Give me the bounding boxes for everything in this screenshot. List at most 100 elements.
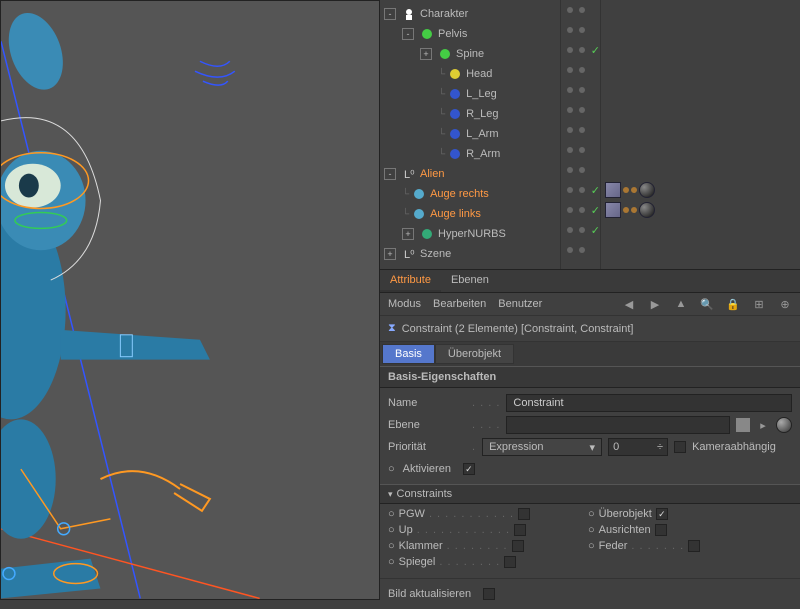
tree-item-auge-links[interactable]: └Auge links (380, 204, 560, 224)
expand-icon[interactable]: - (402, 28, 414, 40)
object-manager[interactable]: -Charakter-Pelvis+Spine└Head└L_Leg└R_Leg… (380, 0, 800, 270)
menu-benutzer[interactable]: Benutzer (498, 298, 542, 310)
tree-item-l_leg[interactable]: └L_Leg (380, 84, 560, 104)
tags-row[interactable] (601, 100, 800, 120)
node-label[interactable]: HyperNURBS (438, 228, 506, 240)
tree-item-r_arm[interactable]: └R_Arm (380, 144, 560, 164)
tags-row[interactable] (601, 80, 800, 100)
layer-swatch[interactable] (736, 418, 750, 432)
search-icon[interactable]: 🔍 (700, 297, 714, 311)
tags-row[interactable] (601, 240, 800, 260)
checkbox-ueberobjekt[interactable] (656, 508, 668, 520)
material-tag-icon[interactable] (639, 182, 655, 198)
visibility-dots[interactable]: ✓ (561, 180, 600, 200)
expand-icon[interactable]: - (384, 8, 396, 20)
tags-row[interactable] (601, 120, 800, 140)
viewport-3d[interactable] (0, 0, 380, 600)
layer-picker-icon[interactable] (776, 417, 792, 433)
tags-row[interactable] (601, 140, 800, 160)
node-label[interactable]: Charakter (420, 8, 468, 20)
node-label[interactable]: Head (466, 68, 492, 80)
checkbox-bild[interactable] (483, 588, 495, 600)
tags-row[interactable] (601, 20, 800, 40)
input-priority-num[interactable]: 0÷ (608, 438, 668, 456)
node-label[interactable]: R_Leg (466, 108, 498, 120)
checkbox-aktivieren[interactable] (463, 463, 475, 475)
material-tag-icon[interactable] (639, 202, 655, 218)
tree-item-alien[interactable]: -L⁰Alien (380, 164, 560, 184)
node-label[interactable]: Pelvis (438, 28, 467, 40)
menu-modus[interactable]: Modus (388, 298, 421, 310)
nav-fwd-icon[interactable]: ▶ (648, 297, 662, 311)
node-label[interactable]: Spine (456, 48, 484, 60)
input-name[interactable] (506, 394, 792, 412)
visibility-dots[interactable] (561, 160, 600, 180)
tags-row[interactable] (601, 40, 800, 60)
checkbox-kamera[interactable] (674, 441, 686, 453)
layer-menu-icon[interactable]: ▸ (756, 418, 770, 432)
select-priority[interactable]: Expression▾ (482, 438, 602, 456)
tree-item-auge-rechts[interactable]: └Auge rechts (380, 184, 560, 204)
checkbox-klammer[interactable] (512, 540, 524, 552)
tags-row[interactable] (601, 200, 800, 220)
expand-icon[interactable]: - (384, 168, 396, 180)
tree-item-spine[interactable]: + Spine (380, 44, 560, 64)
visibility-dots[interactable] (561, 20, 600, 40)
tags-row[interactable] (601, 220, 800, 240)
visibility-dots[interactable]: ✓ (561, 200, 600, 220)
tree-item-l_arm[interactable]: └L_Arm (380, 124, 560, 144)
tree-item-pelvis[interactable]: - Pelvis (380, 24, 560, 44)
expand-icon[interactable]: + (384, 248, 396, 260)
checkbox-feder[interactable] (688, 540, 700, 552)
tree-item-hypernurbs[interactable]: + HyperNURBS (380, 224, 560, 244)
tag-icon[interactable] (631, 187, 637, 193)
checkbox-ausrichten[interactable] (655, 524, 667, 536)
checkbox-up[interactable] (514, 524, 526, 536)
node-label[interactable]: L_Arm (466, 128, 498, 140)
node-label[interactable]: Szene (420, 248, 451, 260)
tab-attribute[interactable]: Attribute (380, 270, 441, 292)
tree-item-szene[interactable]: +L⁰Szene (380, 244, 560, 264)
tag-icon[interactable] (623, 207, 629, 213)
tab-ebenen[interactable]: Ebenen (441, 270, 499, 292)
tags-row[interactable] (601, 60, 800, 80)
tree-item-charakter[interactable]: - Charakter (380, 4, 560, 24)
menu-bearbeiten[interactable]: Bearbeiten (433, 298, 486, 310)
node-label[interactable]: Auge links (430, 208, 481, 220)
tree-item-r_leg[interactable]: └R_Leg (380, 104, 560, 124)
nav-up-icon[interactable]: ▲ (674, 297, 688, 311)
texture-tag-icon[interactable] (605, 182, 621, 198)
node-label[interactable]: L_Leg (466, 88, 497, 100)
tags-row[interactable] (601, 160, 800, 180)
section-constraints[interactable]: Constraints (380, 484, 800, 504)
tag-icon[interactable] (623, 187, 629, 193)
visibility-dots[interactable] (561, 100, 600, 120)
checkbox-spiegel[interactable] (504, 556, 516, 568)
expand-icon[interactable]: + (402, 228, 414, 240)
visibility-dots[interactable]: ✓ (561, 40, 600, 60)
tree-item-head[interactable]: └Head (380, 64, 560, 84)
visibility-dots[interactable] (561, 140, 600, 160)
checkbox-pgw[interactable] (518, 508, 530, 520)
expand-icon[interactable]: + (420, 48, 432, 60)
subtab-basis[interactable]: Basis (382, 344, 435, 364)
new-icon[interactable]: ⊞ (752, 297, 766, 311)
texture-tag-icon[interactable] (605, 202, 621, 218)
tag-icon[interactable] (631, 207, 637, 213)
node-label[interactable]: Alien (420, 168, 444, 180)
visibility-dots[interactable] (561, 120, 600, 140)
visibility-dots[interactable]: ✓ (561, 220, 600, 240)
tags-row[interactable] (601, 180, 800, 200)
tags-row[interactable] (601, 0, 800, 20)
lock-icon[interactable]: 🔒 (726, 297, 740, 311)
visibility-dots[interactable] (561, 80, 600, 100)
input-ebene[interactable] (506, 416, 730, 434)
node-label[interactable]: R_Arm (466, 148, 500, 160)
visibility-dots[interactable] (561, 240, 600, 260)
nav-back-icon[interactable]: ◀ (622, 297, 636, 311)
add-icon[interactable]: ⊕ (778, 297, 792, 311)
visibility-dots[interactable] (561, 60, 600, 80)
visibility-dots[interactable] (561, 0, 600, 20)
subtab-ueberobjekt[interactable]: Überobjekt (435, 344, 514, 364)
node-label[interactable]: Auge rechts (430, 188, 489, 200)
